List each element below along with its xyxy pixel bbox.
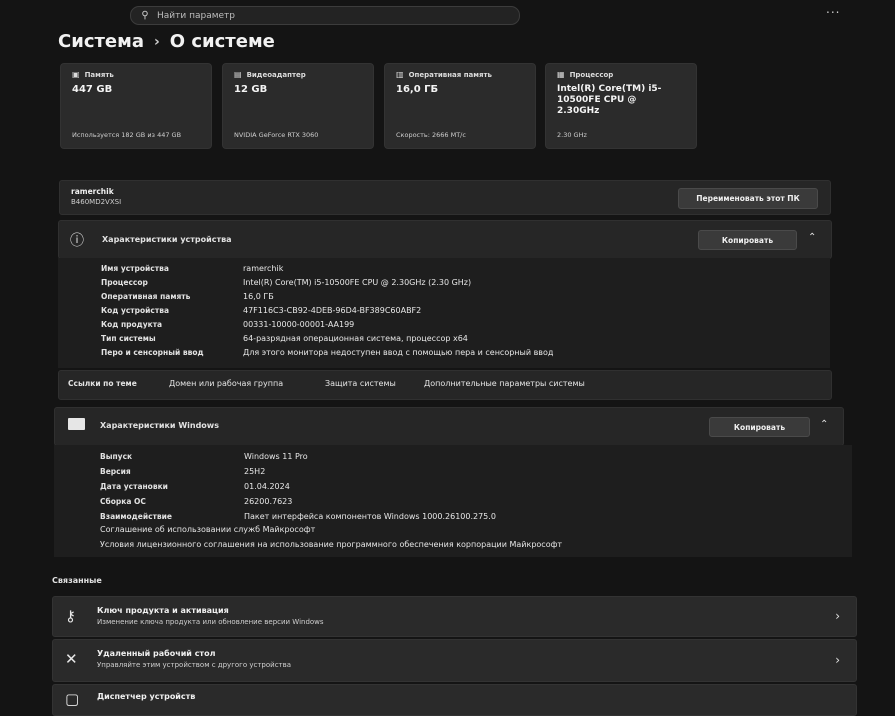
tile-title: Оперативная память [408,70,492,79]
spec-label: Код устройства [101,306,170,315]
windows-specs-body: Выпуск Версия Дата установки Сборка ОС В… [54,445,852,557]
spec-value: Intel(R) Core(TM) i5-10500FE CPU @ 2.30G… [243,278,472,287]
spec-value: 01.04.2024 [244,482,290,491]
remote-desktop-item[interactable]: ✕ Удаленный рабочий стол Управляйте этим… [52,639,857,682]
spec-value: Для этого монитора недоступен ввод с пом… [243,348,554,357]
search-placeholder: Найти параметр [157,10,235,21]
tile-subtitle: NVIDIA GeForce RTX 3060 [234,131,319,139]
device-name: ramerchik [71,187,114,196]
cpu-tile[interactable]: ▦ Процессор Intel(R) Core(TM) i5-10500FE … [545,63,697,149]
spec-label: Оперативная память [101,292,191,301]
spec-label: Процессор [101,278,148,287]
spec-value: Пакет интерфейса компонентов Windows 100… [244,512,496,521]
related-title: Связанные [52,576,102,585]
device-manager-icon: ▢ [65,690,80,708]
ram-icon: ▥ [396,70,404,79]
tile-subtitle: Используется 182 GB из 447 GB [72,131,182,139]
tile-value: 12 GB [234,84,268,95]
page-title: О системе [169,31,275,52]
tile-title: Видеоадаптер [246,70,306,79]
tile-value: 447 GB [72,84,113,95]
spec-label: Тип системы [101,334,156,343]
gpu-tile[interactable]: ▤ Видеоадаптер 12 GB NVIDIA GeForce RTX 3… [222,63,374,149]
spec-label: Дата установки [100,482,168,491]
item-title: Ключ продукта и активация [97,606,229,615]
spec-label: Версия [100,467,131,476]
item-subtitle: Управляйте этим устройством с другого ус… [97,661,292,669]
search-input[interactable]: ⚲ Найти параметр [130,6,520,25]
storage-tile[interactable]: ▣ Память 447 GB Используется 182 GB из 44… [60,63,212,149]
copy-device-specs-button[interactable]: Копировать [698,230,797,250]
domain-workgroup-link[interactable]: Домен или рабочая группа [169,379,283,388]
tile-value: 16,0 ГБ [396,84,439,95]
license-terms-link[interactable]: Условия лицензионного соглашения на испо… [100,540,562,549]
search-icon: ⚲ [141,10,149,21]
device-name-bar: ramerchik B460MD2VXSI Переименовать этот… [59,180,831,215]
system-protection-link[interactable]: Защита системы [325,379,396,388]
info-icon: ⓘ [70,233,84,249]
services-agreement-link[interactable]: Соглашение об использовании служб Майкро… [100,525,315,534]
chevron-up-icon[interactable]: ⌃ [820,419,828,430]
chevron-right-icon: › [835,609,840,623]
spec-label: Взаимодействие [100,512,172,521]
device-specs-title: Характеристики устройства [102,235,232,244]
breadcrumb-parent[interactable]: Система [58,31,144,52]
spec-value: ramerchik [243,264,284,273]
cpu-icon: ▦ [557,70,565,79]
device-specs-labels: Имя устройства Процессор Оперативная пам… [101,262,241,360]
breadcrumb: Система › О системе [58,31,275,52]
device-specs-values: ramerchik Intel(R) Core(TM) i5-10500FE C… [243,262,803,360]
key-icon: ⚷ [65,607,76,625]
spec-label: Код продукта [101,320,163,329]
device-model: B460MD2VXSI [71,198,122,206]
tile-value: Intel(R) Core(TM) i5-10500FE CPU @ 2.30G… [557,84,662,116]
spec-label: Выпуск [100,452,133,461]
device-manager-item[interactable]: ▢ Диспетчер устройств [52,684,857,716]
ram-tile[interactable]: ▥ Оперативная память 16,0 ГБ Скорость: 26… [384,63,536,149]
windows-specs-header[interactable]: Характеристики Windows Копировать ⌃ [54,407,844,446]
tile-subtitle: Скорость: 2666 МТ/с [396,131,466,139]
spec-value: 26200.7623 [244,497,293,506]
remote-desktop-icon: ✕ [65,650,78,668]
spec-value: 64-разрядная операционная система, проце… [243,334,468,343]
storage-icon: ▣ [72,70,80,79]
device-specs-header[interactable]: ⓘ Характеристики устройства Копировать ⌃ [58,220,832,259]
spec-label: Имя устройства [101,264,169,273]
spec-value: 00331-10000-00001-AA199 [243,320,355,329]
chevron-right-icon: › [835,653,840,667]
tile-title: Процессор [569,70,614,79]
related-links-title: Ссылки по теме [68,379,137,388]
tile-title: Память [84,70,114,79]
spec-value: Windows 11 Pro [244,452,308,461]
product-key-activation-item[interactable]: ⚷ Ключ продукта и активация Изменение кл… [52,596,857,637]
windows-icon [68,418,85,430]
windows-specs-labels: Выпуск Версия Дата установки Сборка ОС В… [100,449,240,524]
copy-windows-specs-button[interactable]: Копировать [709,417,810,437]
windows-specs-values: Windows 11 Pro 25H2 01.04.2024 26200.762… [244,449,804,524]
related-links-bar: Ссылки по теме Домен или рабочая группа … [58,370,832,400]
item-subtitle: Изменение ключа продукта или обновление … [97,618,324,626]
spec-value: 47F116C3-CB92-4DEB-96D4-BF389C60ABF2 [243,306,422,315]
advanced-system-settings-link[interactable]: Дополнительные параметры системы [424,379,585,388]
spec-value: 25H2 [244,467,266,476]
gpu-icon: ▤ [234,70,242,79]
breadcrumb-separator: › [154,33,160,50]
windows-specs-title: Характеристики Windows [100,421,219,430]
chevron-up-icon[interactable]: ⌃ [808,232,816,243]
spec-label: Сборка ОС [100,497,146,506]
tile-subtitle: 2.30 GHz [557,131,587,139]
more-icon[interactable]: ... [826,2,840,16]
rename-pc-button[interactable]: Переименовать этот ПК [678,188,818,209]
item-title: Удаленный рабочий стол [97,649,216,658]
spec-value: 16,0 ГБ [243,292,274,301]
spec-label: Перо и сенсорный ввод [101,348,204,357]
device-specs-body: Имя устройства Процессор Оперативная пам… [58,258,830,368]
item-title: Диспетчер устройств [97,692,196,701]
